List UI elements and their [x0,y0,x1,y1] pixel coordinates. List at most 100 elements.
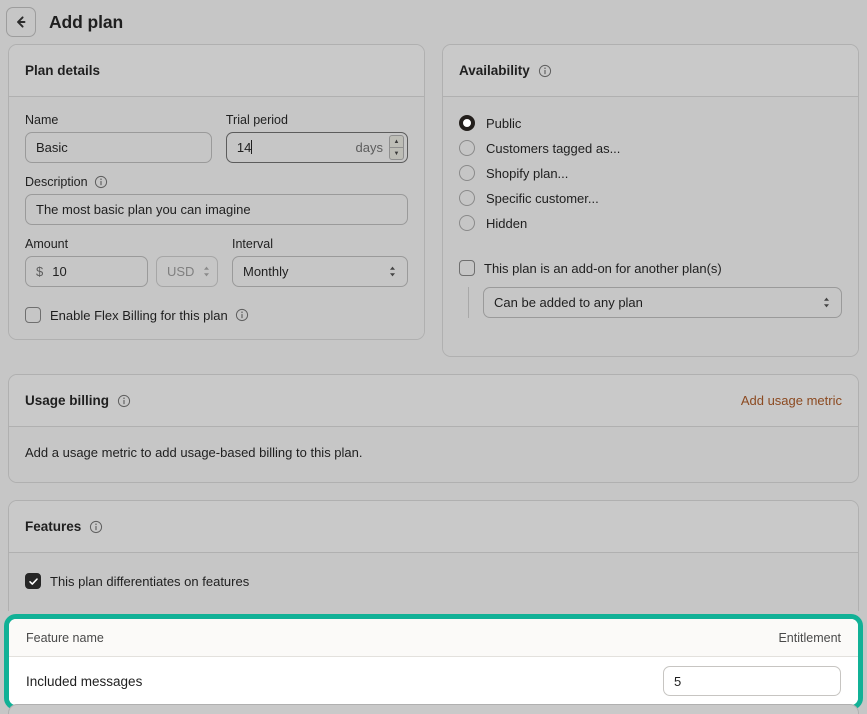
add-plan-page: Add plan Plan details Name Basic Trial p… [0,0,867,714]
radio-indicator[interactable] [459,190,475,206]
amount-label: Amount [25,237,69,251]
addon-select[interactable]: Can be added to any plan [483,287,842,318]
chevron-updown-icon [204,266,210,277]
flex-billing-label: Enable Flex Billing for this plan [50,308,249,323]
info-icon[interactable] [89,520,103,534]
radio-indicator[interactable] [459,115,475,131]
trial-period-suffix: days [355,140,383,155]
description-label-text: Description [25,175,88,189]
interval-select[interactable]: Monthly [232,256,408,287]
name-input[interactable] [25,132,212,163]
interval-select-value: Monthly [243,264,289,279]
addon-select-value: Can be added to any plan [494,295,643,310]
addon-checkbox[interactable] [459,260,475,276]
addon-select-wrapper: Can be added to any plan [468,287,842,318]
bottom-card-edge [8,704,859,714]
top-cards-row: Plan details Name Trial period 14 [0,44,867,357]
addon-row[interactable]: This plan is an add-on for another plan(… [459,260,842,276]
addon-label: This plan is an add-on for another plan(… [484,260,722,276]
info-icon[interactable] [235,308,249,322]
availability-header: Availability [443,45,858,97]
features-card: Features This plan differentiates on fea… [8,500,859,611]
usage-billing-section: Usage billing Add usage metric Add a usa… [0,374,867,483]
flex-billing-label-text: Enable Flex Billing for this plan [50,307,228,323]
info-icon[interactable] [94,175,108,189]
interval-field-group: Interval Monthly [232,237,408,287]
add-usage-metric-button[interactable]: Add usage metric [741,393,842,408]
plan-details-column: Plan details Name Trial period 14 [8,44,425,357]
availability-body: Public Customers tagged as... Shopify pl… [443,97,858,356]
radio-indicator[interactable] [459,140,475,156]
plan-details-body: Name Trial period 14 days ▲ ▼ [9,97,424,339]
plan-details-card: Plan details Name Trial period 14 [8,44,425,340]
trial-period-label: Trial period [225,113,288,127]
trial-period-input[interactable]: 14 days ▲ ▼ [225,132,408,163]
description-label: Description [25,175,408,189]
entitlement-input[interactable] [663,666,841,696]
usage-billing-card: Usage billing Add usage metric Add a usa… [8,374,859,483]
check-icon [28,577,38,585]
differentiates-checkbox[interactable] [25,573,41,589]
differentiates-row[interactable]: This plan differentiates on features [25,573,842,589]
amount-interval-row: Amount $ 10 USD Interval Monthly [25,237,408,287]
chevron-updown-icon [390,266,395,277]
radio-option-shopify-plan[interactable]: Shopify plan... [459,165,842,181]
flex-billing-row[interactable]: Enable Flex Billing for this plan [25,307,408,323]
column-header-entitlement: Entitlement [778,630,841,645]
info-icon[interactable] [117,394,131,408]
usage-billing-empty-text: Add a usage metric to add usage-based bi… [25,445,363,460]
flex-billing-checkbox[interactable] [25,307,41,323]
column-header-feature-name: Feature name [26,630,104,645]
radio-option-public[interactable]: Public [459,115,842,131]
radio-indicator[interactable] [459,215,475,231]
plan-details-header: Plan details [9,45,424,97]
features-body: This plan differentiates on features [9,553,858,611]
radio-label: Hidden [486,215,528,231]
radio-indicator[interactable] [459,165,475,181]
arrow-left-icon [17,16,26,28]
currency-symbol: $ [36,264,44,279]
page-header: Add plan [0,0,867,44]
name-label: Name [25,113,59,127]
features-table-header-row: Feature name Entitlement [9,619,858,657]
availability-column: Availability Public Customers tagged as.… [442,44,859,357]
feature-name-cell: Included messages [26,673,143,689]
description-input[interactable] [25,194,408,225]
name-trial-row: Name Trial period 14 days ▲ ▼ [25,113,408,163]
usage-billing-title: Usage billing [25,393,110,408]
chevron-updown-icon [824,297,829,308]
stepper-increment[interactable]: ▲ [390,136,403,148]
back-button[interactable] [6,7,36,37]
stepper-decrement[interactable]: ▼ [390,148,403,159]
currency-select: USD [156,256,218,287]
amount-input[interactable]: $ 10 [25,256,148,287]
amount-field-group: Amount $ 10 USD [25,237,218,287]
radio-option-customers-tagged[interactable]: Customers tagged as... [459,140,842,156]
description-field-group: Description [25,175,408,225]
availability-title: Availability [459,63,530,78]
info-icon[interactable] [538,64,552,78]
interval-label: Interval [232,237,273,251]
amount-value: 10 [52,264,67,279]
availability-card: Availability Public Customers tagged as.… [442,44,859,357]
text-cursor [251,140,253,154]
page-title: Add plan [49,11,124,32]
features-title: Features [25,519,82,534]
radio-label: Specific customer... [486,190,599,206]
table-row: Included messages [9,657,858,705]
radio-option-specific-customer[interactable]: Specific customer... [459,190,842,206]
features-section: Features This plan differentiates on fea… [0,500,867,611]
trial-period-value: 14 [236,140,252,155]
currency-select-value: USD [167,264,195,279]
radio-label: Public [486,115,522,131]
trial-period-field-group: Trial period 14 days ▲ ▼ [225,113,408,163]
radio-option-hidden[interactable]: Hidden [459,215,842,231]
plan-details-title: Plan details [25,63,101,78]
features-table-highlighted: Feature name Entitlement Included messag… [4,614,863,710]
trial-period-stepper[interactable]: ▲ ▼ [389,135,404,160]
radio-label: Shopify plan... [486,165,569,181]
usage-billing-body: Add a usage metric to add usage-based bi… [9,427,858,482]
features-header: Features [9,501,858,553]
radio-label: Customers tagged as... [486,140,621,156]
differentiates-label: This plan differentiates on features [50,573,250,589]
